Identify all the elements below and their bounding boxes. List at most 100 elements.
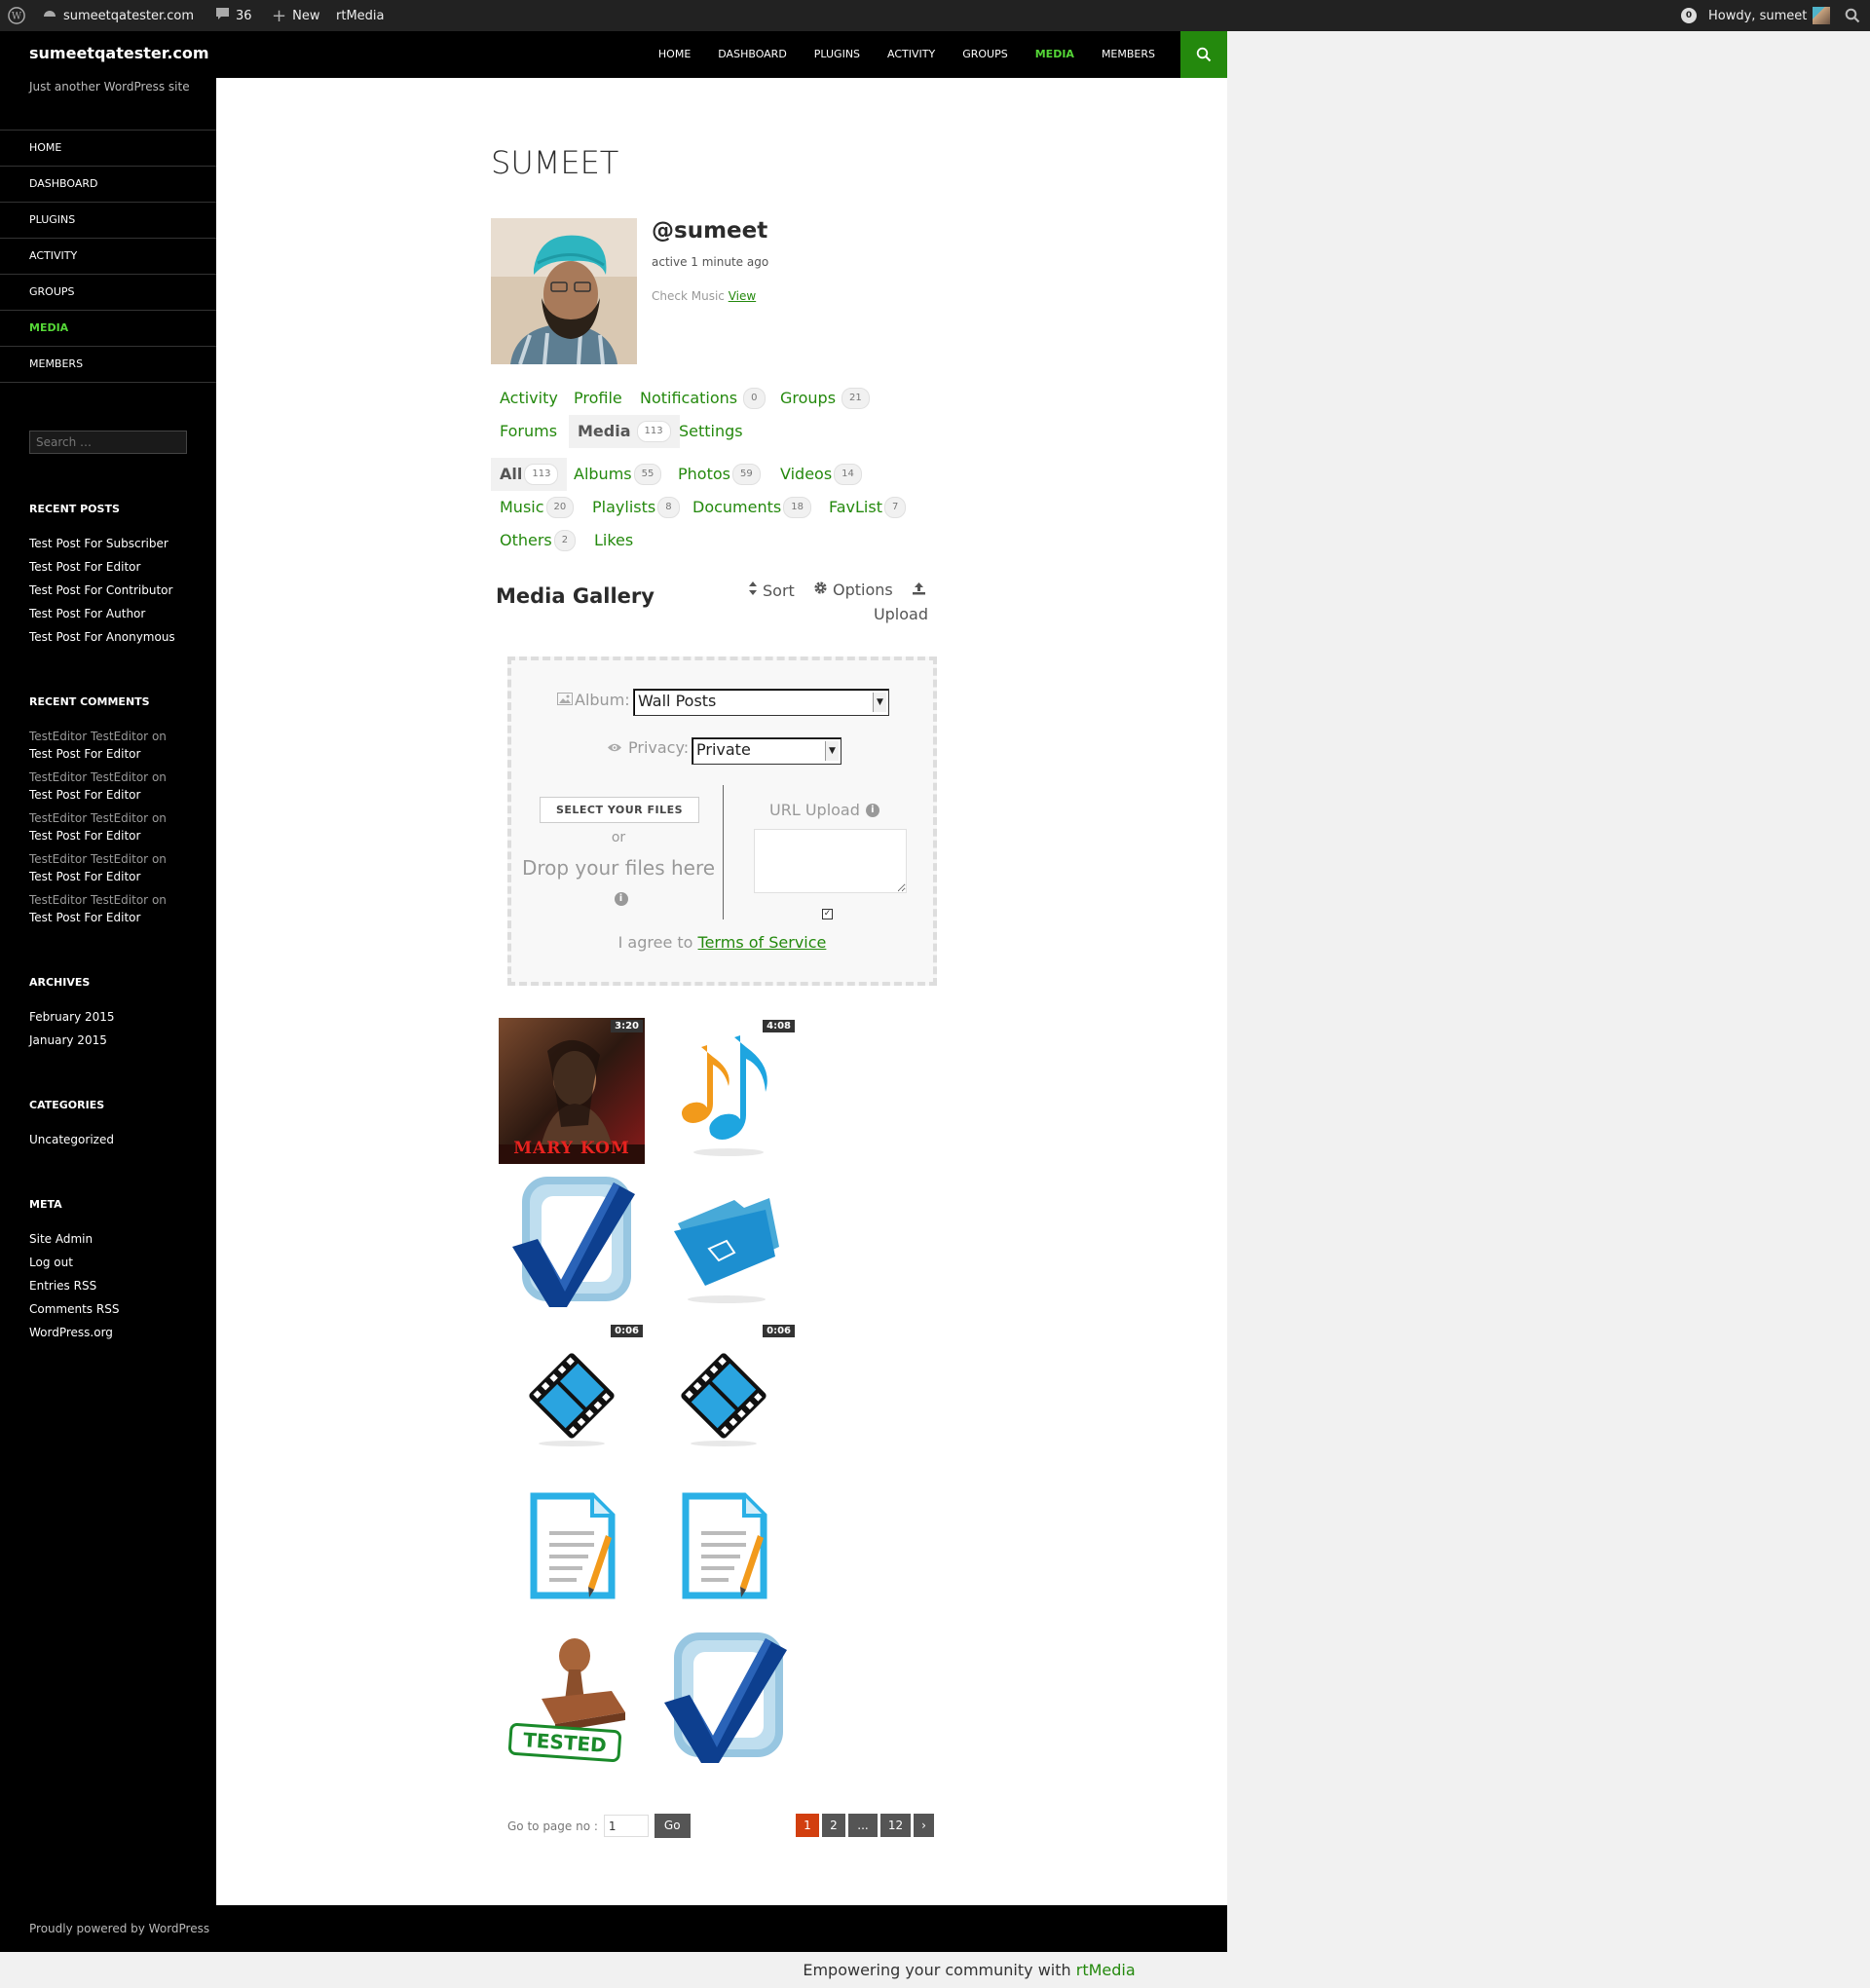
page-number-input[interactable] bbox=[603, 1815, 649, 1837]
rtmedia-link[interactable]: rtMedia bbox=[1076, 1961, 1136, 1979]
next-page-button[interactable]: › bbox=[914, 1814, 934, 1837]
top-nav-groups[interactable]: GROUPS bbox=[949, 31, 1022, 78]
media-tab-music[interactable]: Music 20 bbox=[491, 491, 582, 524]
top-nav-members[interactable]: MEMBERS bbox=[1088, 31, 1169, 78]
meta-wordpress-org[interactable]: WordPress.org bbox=[29, 1321, 205, 1344]
admin-bar: W sumeetqatester.com 36 + New rtMedia 0 … bbox=[0, 0, 1870, 31]
media-tab-all[interactable]: All 113 bbox=[491, 458, 568, 491]
media-tab-photos[interactable]: Photos 59 bbox=[669, 458, 769, 491]
comment-post-link[interactable]: Test Post For Editor bbox=[29, 827, 205, 844]
media-item-other[interactable]: TESTED bbox=[499, 1627, 645, 1773]
meta-site-admin[interactable]: Site Admin bbox=[29, 1227, 205, 1251]
info-icon[interactable]: i bbox=[614, 891, 628, 906]
page-1-button[interactable]: 1 bbox=[796, 1814, 819, 1837]
top-nav-activity[interactable]: ACTIVITY bbox=[874, 31, 949, 78]
view-link[interactable]: View bbox=[729, 289, 756, 303]
admin-notifications[interactable]: 0 bbox=[1681, 0, 1697, 31]
comment-post-link[interactable]: Test Post For Editor bbox=[29, 745, 205, 763]
avatar[interactable] bbox=[491, 218, 637, 364]
tab-label: Music bbox=[500, 498, 544, 516]
terms-of-service-link[interactable]: Terms of Service bbox=[698, 933, 827, 952]
count-badge: 59 bbox=[731, 464, 761, 485]
sidebar-item-dashboard[interactable]: DASHBOARD bbox=[0, 167, 216, 203]
top-nav-dashboard[interactable]: DASHBOARD bbox=[704, 31, 801, 78]
meta-log-out[interactable]: Log out bbox=[29, 1251, 205, 1274]
admin-search-icon[interactable] bbox=[1845, 0, 1860, 31]
tab-media[interactable]: Media 113 bbox=[569, 415, 680, 448]
upload-button[interactable]: Upload bbox=[870, 581, 928, 623]
tab-settings[interactable]: Settings bbox=[670, 415, 752, 448]
recent-comment: TestEditor TestEditor on Test Post For E… bbox=[29, 728, 205, 763]
recent-post-link[interactable]: Test Post For Subscriber bbox=[29, 532, 205, 555]
top-nav-plugins[interactable]: PLUGINS bbox=[801, 31, 874, 78]
terms-checkbox[interactable]: ✓ bbox=[822, 909, 833, 919]
tab-groups[interactable]: Groups 21 bbox=[771, 382, 879, 415]
meta-comments-rss[interactable]: Comments RSS bbox=[29, 1297, 205, 1321]
info-icon[interactable]: i bbox=[865, 803, 879, 817]
archive-link[interactable]: January 2015 bbox=[29, 1029, 205, 1052]
meta-entries-rss[interactable]: Entries RSS bbox=[29, 1274, 205, 1297]
check-mark-icon bbox=[664, 1632, 787, 1763]
comment-on: on bbox=[151, 852, 167, 866]
media-tab-documents[interactable]: Documents 18 bbox=[684, 491, 820, 524]
recent-post-link[interactable]: Test Post For Editor bbox=[29, 555, 205, 579]
count-badge: 18 bbox=[783, 497, 811, 518]
media-item-album[interactable] bbox=[651, 1171, 797, 1317]
media-item-album[interactable] bbox=[651, 1627, 797, 1773]
admin-new-link[interactable]: + New bbox=[272, 0, 319, 31]
top-nav-home[interactable]: HOME bbox=[645, 31, 704, 78]
media-tab-favlist[interactable]: FavList 7 bbox=[820, 491, 915, 524]
tab-forums[interactable]: Forums bbox=[491, 415, 566, 448]
page-12-button[interactable]: 12 bbox=[880, 1814, 911, 1837]
page-2-button[interactable]: 2 bbox=[822, 1814, 845, 1837]
upload-dropzone[interactable]: Album: Wall Posts ▼ Privacy: Private ▼ S… bbox=[507, 656, 937, 986]
powered-by-link[interactable]: Proudly powered by WordPress bbox=[29, 1922, 209, 1935]
admin-rtmedia-link[interactable]: rtMedia bbox=[336, 0, 385, 31]
recent-post-link[interactable]: Test Post For Anonymous bbox=[29, 625, 205, 649]
sidebar-search-input[interactable] bbox=[29, 431, 187, 454]
album-select[interactable]: Wall Posts ▼ bbox=[633, 689, 889, 716]
tab-profile[interactable]: Profile bbox=[565, 382, 631, 415]
privacy-select[interactable]: Private ▼ bbox=[692, 737, 842, 765]
comment-post-link[interactable]: Test Post For Editor bbox=[29, 909, 205, 926]
site-title[interactable]: sumeetqatester.com bbox=[29, 44, 209, 62]
archive-link[interactable]: February 2015 bbox=[29, 1005, 205, 1029]
sidebar-item-media[interactable]: MEDIA bbox=[0, 311, 216, 347]
tab-notifications[interactable]: Notifications 0 bbox=[631, 382, 774, 415]
recent-post-link[interactable]: Test Post For Author bbox=[29, 602, 205, 625]
sidebar-item-members[interactable]: MEMBERS bbox=[0, 347, 216, 383]
media-item-document[interactable] bbox=[651, 1475, 797, 1621]
admin-comments-link[interactable]: 36 bbox=[215, 0, 252, 31]
sidebar-item-home[interactable]: HOME bbox=[0, 131, 216, 167]
wordpress-logo-icon[interactable]: W bbox=[8, 0, 25, 31]
media-item-document[interactable] bbox=[499, 1475, 645, 1621]
media-tab-playlists[interactable]: Playlists 8 bbox=[583, 491, 689, 524]
sidebar-item-activity[interactable]: ACTIVITY bbox=[0, 239, 216, 275]
admin-site-link[interactable]: sumeetqatester.com bbox=[42, 0, 194, 31]
top-nav-media[interactable]: MEDIA bbox=[1022, 31, 1088, 78]
category-link[interactable]: Uncategorized bbox=[29, 1128, 205, 1151]
media-tab-videos[interactable]: Videos 14 bbox=[771, 458, 871, 491]
media-item-album[interactable] bbox=[499, 1171, 645, 1317]
media-item-video-poster[interactable]: MARY KOM 3:20 bbox=[499, 1018, 645, 1164]
media-item-video[interactable]: 0:06 bbox=[499, 1323, 645, 1469]
count-badge: 21 bbox=[842, 388, 870, 409]
media-item-music[interactable]: 4:08 bbox=[651, 1018, 797, 1164]
media-tab-likes[interactable]: Likes bbox=[585, 524, 642, 557]
select-files-button[interactable]: SELECT YOUR FILES bbox=[540, 797, 699, 823]
sidebar-item-plugins[interactable]: PLUGINS bbox=[0, 203, 216, 239]
admin-account-menu[interactable]: Howdy, sumeet bbox=[1708, 0, 1831, 31]
recent-comment: TestEditor TestEditor on Test Post For E… bbox=[29, 809, 205, 844]
comment-post-link[interactable]: Test Post For Editor bbox=[29, 786, 205, 804]
tab-activity[interactable]: Activity bbox=[491, 382, 567, 415]
recent-post-link[interactable]: Test Post For Contributor bbox=[29, 579, 205, 602]
media-tab-others[interactable]: Others 2 bbox=[491, 524, 584, 557]
url-upload-input[interactable] bbox=[754, 829, 907, 893]
go-button[interactable]: Go bbox=[654, 1814, 691, 1838]
media-tab-albums[interactable]: Albums 55 bbox=[565, 458, 670, 491]
sidebar-item-groups[interactable]: GROUPS bbox=[0, 275, 216, 311]
comment-post-link[interactable]: Test Post For Editor bbox=[29, 868, 205, 885]
header-search-icon[interactable] bbox=[1180, 31, 1227, 78]
sort-button[interactable]: Sort bbox=[748, 581, 795, 600]
media-item-video[interactable]: 0:06 bbox=[651, 1323, 797, 1469]
